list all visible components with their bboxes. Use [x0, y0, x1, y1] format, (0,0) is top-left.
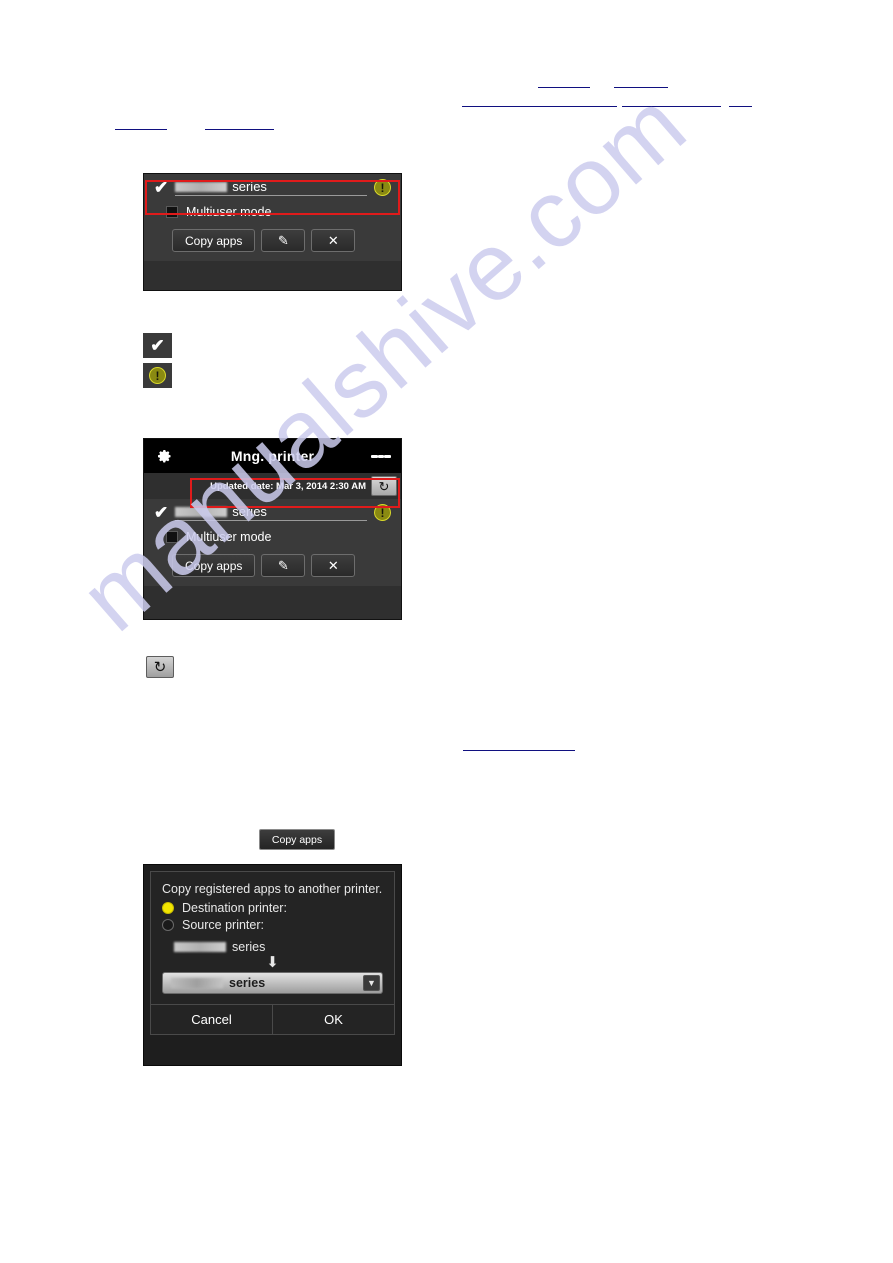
printer-name-1: series [175, 179, 367, 196]
redacted-printer-model [174, 942, 226, 952]
solo-alert-icon-chip: ! [143, 363, 172, 388]
printer-card-panel-1: ✔ series ! Multiuser mode Copy apps ✎ ✕ [143, 173, 402, 291]
close-x-icon[interactable]: ✕ [311, 554, 356, 577]
dialog-body: Copy registered apps to another printer.… [150, 871, 395, 1004]
link-misc-top[interactable]: link [729, 94, 752, 107]
copy-apps-button[interactable]: Copy apps [172, 554, 256, 577]
redacted-printer-model [175, 181, 228, 192]
panel2-title: Mng. printer [230, 448, 315, 464]
series-label: series [232, 504, 267, 519]
destination-printer-option[interactable]: Destination printer: [162, 901, 383, 915]
ok-button[interactable]: OK [272, 1005, 394, 1034]
redacted-printer-model [171, 978, 223, 988]
updated-date-row: Updated date: Mar 3, 2014 2:30 AM ↻ [144, 473, 401, 499]
hamburger-menu-icon[interactable] [370, 446, 391, 466]
source-printer-option[interactable]: Source printer: [162, 918, 383, 932]
cancel-button[interactable]: Cancel [151, 1005, 272, 1034]
link-copy-apps-mid[interactable]: Copy apps [463, 738, 575, 751]
printer-row-2[interactable]: ✔ series ! [144, 499, 401, 525]
multiuser-label: Multiuser mode [186, 205, 272, 219]
link-canon-inkjet-cloud[interactable]: Canon Inkjet Cloud [622, 94, 721, 107]
close-x-icon[interactable]: ✕ [311, 229, 356, 252]
panel2-button-row: Copy apps ✎ ✕ [144, 549, 401, 586]
printer-row-1[interactable]: ✔ series ! [144, 174, 401, 200]
solo-refresh-button[interactable]: ↻ [146, 656, 174, 678]
panel1-button-row: Copy apps ✎ ✕ [144, 224, 401, 261]
series-label: series [232, 940, 266, 954]
multiuser-row-1: Multiuser mode [144, 200, 401, 224]
check-icon: ✔ [154, 503, 169, 522]
watermark-overlay: manualshive.com [0, 0, 893, 1263]
source-printer-value: series [162, 935, 383, 955]
gear-icon[interactable] [154, 446, 174, 466]
dialog-heading: Copy registered apps to another printer. [162, 882, 383, 896]
printer-card-panel-2: Mng. printer Updated date: Mar 3, 2014 2… [143, 438, 402, 620]
down-arrow-icon: ⬇ [266, 954, 279, 971]
source-printer-label: Source printer: [182, 918, 264, 932]
dialog-footer: Cancel OK [150, 1004, 395, 1035]
check-icon: ✔ [154, 178, 169, 197]
target-printer-select[interactable]: series ▼ [162, 972, 383, 994]
panel2-titlebar: Mng. printer [144, 439, 401, 473]
chevron-down-icon[interactable]: ▼ [363, 975, 380, 991]
solo-copy-apps-button[interactable]: Copy apps [259, 829, 335, 850]
alert-icon: ! [149, 367, 166, 384]
redacted-printer-model [175, 506, 228, 517]
multiuser-checkbox[interactable] [166, 531, 178, 543]
copy-apps-button[interactable]: Copy apps [172, 229, 256, 252]
copy-apps-dialog: Copy registered apps to another printer.… [143, 864, 402, 1066]
refresh-icon[interactable]: ↻ [371, 476, 397, 496]
printer-name-2: series [175, 504, 367, 521]
destination-printer-label: Destination printer: [182, 901, 287, 915]
updated-date-label: Updated date: Mar 3, 2014 2:30 AM [210, 480, 366, 492]
alert-icon[interactable]: ! [374, 179, 391, 196]
series-label: series [229, 976, 266, 990]
link-add-printer-top[interactable]: Add printer [614, 75, 668, 88]
alert-icon[interactable]: ! [374, 504, 391, 521]
solo-check-icon-chip: ✔ [143, 333, 172, 358]
series-label: series [232, 179, 267, 194]
link-mng-printer-top[interactable]: Mng. printer [538, 75, 590, 88]
pencil-edit-icon[interactable]: ✎ [261, 229, 306, 252]
radio-destination-selected[interactable] [162, 902, 174, 914]
check-icon: ✔ [150, 336, 165, 355]
multiuser-checkbox[interactable] [166, 206, 178, 218]
link-printer-registration-screen[interactable]: Printer registration screen [462, 94, 617, 107]
link-multiuser-mode-left[interactable]: Multiuser mode [205, 117, 274, 130]
pencil-edit-icon[interactable]: ✎ [261, 554, 306, 577]
multiuser-label: Multiuser mode [186, 530, 272, 544]
link-mng-printer-left[interactable]: Mng. printer [115, 117, 167, 130]
multiuser-row-2: Multiuser mode [144, 525, 401, 549]
radio-source-unselected[interactable] [162, 919, 174, 931]
